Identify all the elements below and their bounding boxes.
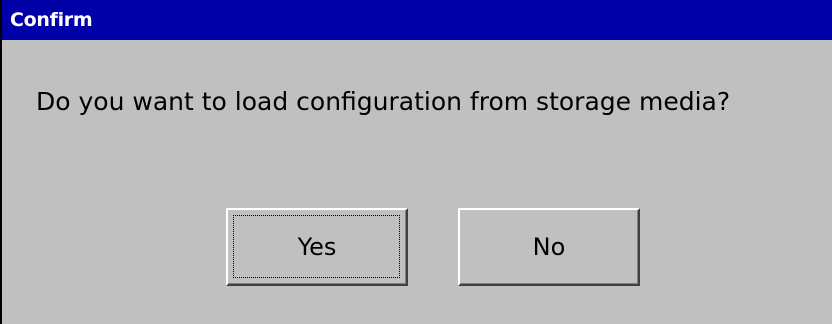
yes-button[interactable]: Yes xyxy=(226,208,408,286)
no-button-label: No xyxy=(532,233,566,261)
yes-button-label: Yes xyxy=(297,233,337,261)
dialog-title: Confirm xyxy=(10,9,93,31)
no-button[interactable]: No xyxy=(458,208,640,286)
dialog-message: Do you want to load configuration from s… xyxy=(36,87,731,116)
title-bar[interactable]: Confirm xyxy=(2,0,832,40)
confirm-dialog: Confirm Do you want to load configuratio… xyxy=(0,0,832,324)
